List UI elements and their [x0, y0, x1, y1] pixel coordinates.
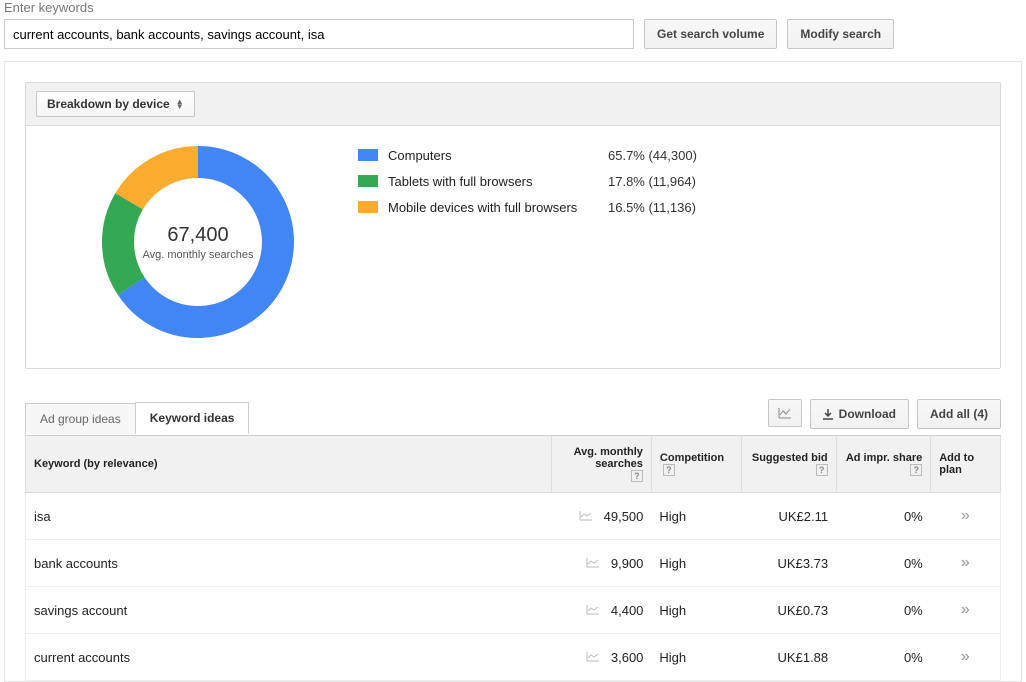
add-to-plan-button[interactable]: »: [931, 634, 1001, 681]
cell-competition: High: [651, 493, 741, 540]
table-row: current accounts 3,600HighUK£1.880% »: [26, 634, 1001, 681]
add-to-plan-button[interactable]: »: [931, 493, 1001, 540]
donut-center-label: Avg. monthly searches: [142, 249, 253, 261]
add-to-plan-button[interactable]: »: [931, 540, 1001, 587]
cell-keyword: isa: [26, 493, 552, 540]
cell-keyword: savings account: [26, 587, 552, 634]
table-row: bank accounts 9,900HighUK£3.730% »: [26, 540, 1001, 587]
line-chart-icon: [778, 407, 792, 419]
cell-impr: 0%: [836, 634, 931, 681]
keyword-ideas-table: Keyword (by relevance) Avg. monthly sear…: [25, 436, 1001, 681]
tab-keyword-ideas[interactable]: Keyword ideas: [135, 402, 250, 434]
legend-label: Mobile devices with full browsers: [388, 200, 608, 215]
tab-adgroup-ideas[interactable]: Ad group ideas: [25, 403, 136, 434]
col-bid[interactable]: Suggested bid?: [741, 436, 836, 493]
cell-impr: 0%: [836, 540, 931, 587]
donut-center-value: 67,400: [167, 224, 228, 247]
legend-row: Computers 65.7% (44,300): [358, 142, 697, 168]
cell-bid: UK£2.11: [741, 493, 836, 540]
cell-avg: 9,900: [552, 540, 652, 587]
help-icon[interactable]: ?: [910, 464, 922, 476]
cell-bid: UK£1.88: [741, 634, 836, 681]
input-label: Enter keywords: [4, 0, 1022, 15]
legend-value: 65.7% (44,300): [608, 148, 697, 163]
cell-keyword: bank accounts: [26, 540, 552, 587]
legend-value: 17.8% (11,964): [608, 174, 696, 189]
cell-bid: UK£3.73: [741, 540, 836, 587]
swatch-icon: [358, 175, 378, 187]
swatch-icon: [358, 201, 378, 213]
get-volume-button[interactable]: Get search volume: [644, 19, 777, 49]
chevron-right-icon: »: [961, 507, 970, 524]
trend-icon[interactable]: [586, 650, 600, 665]
legend-value: 16.5% (11,136): [608, 200, 696, 215]
chevron-right-icon: »: [961, 648, 970, 665]
breakdown-dropdown-label: Breakdown by device: [47, 97, 170, 111]
col-plan: Add to plan: [931, 436, 1001, 493]
col-keyword[interactable]: Keyword (by relevance): [26, 436, 552, 493]
help-icon[interactable]: ?: [663, 464, 675, 476]
modify-search-button[interactable]: Modify search: [787, 19, 894, 49]
keywords-input[interactable]: [4, 19, 634, 49]
legend-label: Tablets with full browsers: [388, 174, 608, 189]
legend-label: Computers: [388, 148, 608, 163]
cell-competition: High: [651, 587, 741, 634]
breakdown-dropdown[interactable]: Breakdown by device ▲▼: [36, 91, 195, 117]
cell-impr: 0%: [836, 493, 931, 540]
add-all-button[interactable]: Add all (4): [917, 399, 1001, 429]
help-icon[interactable]: ?: [631, 470, 643, 482]
breakdown-card: Breakdown by device ▲▼: [25, 82, 1001, 369]
col-impr[interactable]: Ad impr. share?: [836, 436, 931, 493]
col-avg[interactable]: Avg. monthly searches?: [552, 436, 652, 493]
cell-avg: 3,600: [552, 634, 652, 681]
cell-bid: UK£0.73: [741, 587, 836, 634]
cell-keyword: current accounts: [26, 634, 552, 681]
table-row: savings account 4,400HighUK£0.730% »: [26, 587, 1001, 634]
download-icon: [823, 409, 833, 420]
help-icon[interactable]: ?: [816, 464, 828, 476]
chevron-right-icon: »: [961, 554, 970, 571]
trend-icon[interactable]: [586, 603, 600, 618]
cell-competition: High: [651, 540, 741, 587]
chart-toggle-button[interactable]: [768, 399, 802, 427]
trend-icon[interactable]: [586, 556, 600, 571]
chevron-right-icon: »: [961, 601, 970, 618]
download-button[interactable]: Download: [810, 399, 909, 429]
donut-chart: 67,400 Avg. monthly searches: [98, 142, 298, 342]
legend: Computers 65.7% (44,300) Tablets with fu…: [358, 142, 697, 220]
trend-icon[interactable]: [579, 509, 593, 524]
cell-avg: 4,400: [552, 587, 652, 634]
cell-avg: 49,500: [552, 493, 652, 540]
table-row: isa 49,500HighUK£2.110% »: [26, 493, 1001, 540]
swatch-icon: [358, 149, 378, 161]
cell-competition: High: [651, 634, 741, 681]
add-to-plan-button[interactable]: »: [931, 587, 1001, 634]
legend-row: Tablets with full browsers 17.8% (11,964…: [358, 168, 697, 194]
legend-row: Mobile devices with full browsers 16.5% …: [358, 194, 697, 220]
cell-impr: 0%: [836, 587, 931, 634]
col-competition[interactable]: Competition ?: [651, 436, 741, 493]
download-label: Download: [839, 407, 896, 421]
sort-icon: ▲▼: [176, 99, 184, 109]
